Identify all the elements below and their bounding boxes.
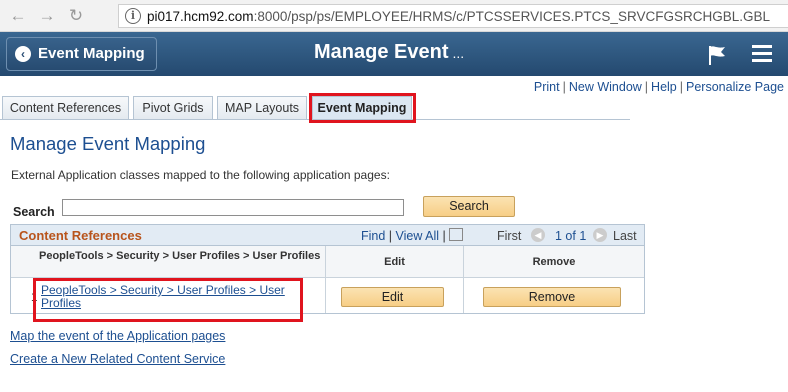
grid-header: Content References Find | View All | Fir…	[11, 225, 644, 246]
view-all-link[interactable]: View All	[396, 229, 440, 243]
tab-label: Pivot Grids	[142, 101, 204, 115]
new-window-link[interactable]: New Window	[569, 80, 642, 94]
flag-icon[interactable]	[705, 43, 729, 67]
column-divider	[325, 278, 326, 313]
map-event-link[interactable]: Map the event of the Application pages	[10, 329, 225, 343]
search-label: Search	[13, 205, 55, 219]
tab-pivot-grids[interactable]: Pivot Grids	[133, 96, 213, 120]
url-path: :8000/psp/ps/EMPLOYEE/HRMS/c/PTCSSERVICE…	[253, 9, 770, 24]
column-header-content-reference: PeopleTools > Security > User Profiles >…	[39, 250, 321, 262]
divider: |	[562, 80, 566, 94]
highlight-box	[309, 93, 416, 123]
previous-icon[interactable]: ◀	[531, 228, 545, 242]
search-input[interactable]	[62, 199, 404, 216]
column-header-remove: Remove	[463, 246, 644, 278]
reload-icon[interactable]: ↻	[66, 6, 86, 26]
find-link[interactable]: Find	[361, 229, 385, 243]
address-bar[interactable]: i pi017.hcm92.com:8000/psp/ps/EMPLOYEE/H…	[118, 4, 788, 28]
menu-icon[interactable]	[752, 45, 772, 63]
page-links: Print | New Window | Help | Personalize Page	[534, 80, 784, 94]
help-link[interactable]: Help	[651, 80, 677, 94]
tab-label: MAP Layouts	[224, 101, 300, 115]
next-icon[interactable]: ▶	[593, 228, 607, 242]
url-text[interactable]: pi017.hcm92.com:8000/psp/ps/EMPLOYEE/HRM…	[147, 9, 770, 24]
url-host: pi017.hcm92.com	[147, 9, 254, 24]
back-button-label: Event Mapping	[38, 45, 145, 62]
arrow-left-icon[interactable]: ←	[8, 6, 28, 26]
search-button[interactable]: Search	[423, 196, 515, 217]
remove-button[interactable]: Remove	[483, 287, 621, 307]
create-service-link[interactable]: Create a New Related Content Service	[10, 352, 225, 366]
zoom-grid-icon[interactable]	[449, 228, 463, 241]
column-header-edit: Edit	[325, 246, 463, 278]
row-count: 1 of 1	[555, 229, 587, 243]
tab-content-references[interactable]: Content References	[2, 96, 129, 120]
page-title: Manage Event...	[314, 41, 464, 64]
browser-toolbar: ← → ↻ i pi017.hcm92.com:8000/psp/ps/EMPL…	[0, 0, 788, 32]
info-icon[interactable]: i	[125, 8, 141, 24]
arrow-right-icon[interactable]: →	[37, 6, 57, 26]
back-button[interactable]: ‹ Event Mapping	[6, 37, 157, 71]
page-title-text: Manage Event	[314, 41, 449, 63]
column-headers: PeopleTools > Security > User Profiles >…	[11, 246, 644, 278]
grid-title: Content References	[19, 228, 142, 243]
last-label: Last	[613, 229, 637, 243]
chevron-left-icon: ‹	[15, 46, 31, 62]
personalize-page-link[interactable]: Personalize Page	[686, 80, 784, 94]
page-title-ellipsis: ...	[452, 45, 465, 61]
page-heading: Manage Event Mapping	[10, 133, 206, 154]
print-link[interactable]: Print	[534, 80, 560, 94]
app-header: ‹ Event Mapping Manage Event...	[0, 32, 788, 76]
grid-nav: Find | View All |	[361, 229, 446, 243]
tab-map-layouts[interactable]: MAP Layouts	[217, 96, 307, 120]
divider: |	[679, 80, 684, 94]
highlight-box	[33, 278, 303, 322]
edit-button[interactable]: Edit	[341, 287, 444, 307]
column-divider	[463, 278, 464, 313]
divider: |	[644, 80, 649, 94]
tab-label: Content References	[9, 101, 122, 115]
first-label: First	[497, 229, 522, 243]
page-description: External Application classes mapped to t…	[11, 168, 390, 182]
